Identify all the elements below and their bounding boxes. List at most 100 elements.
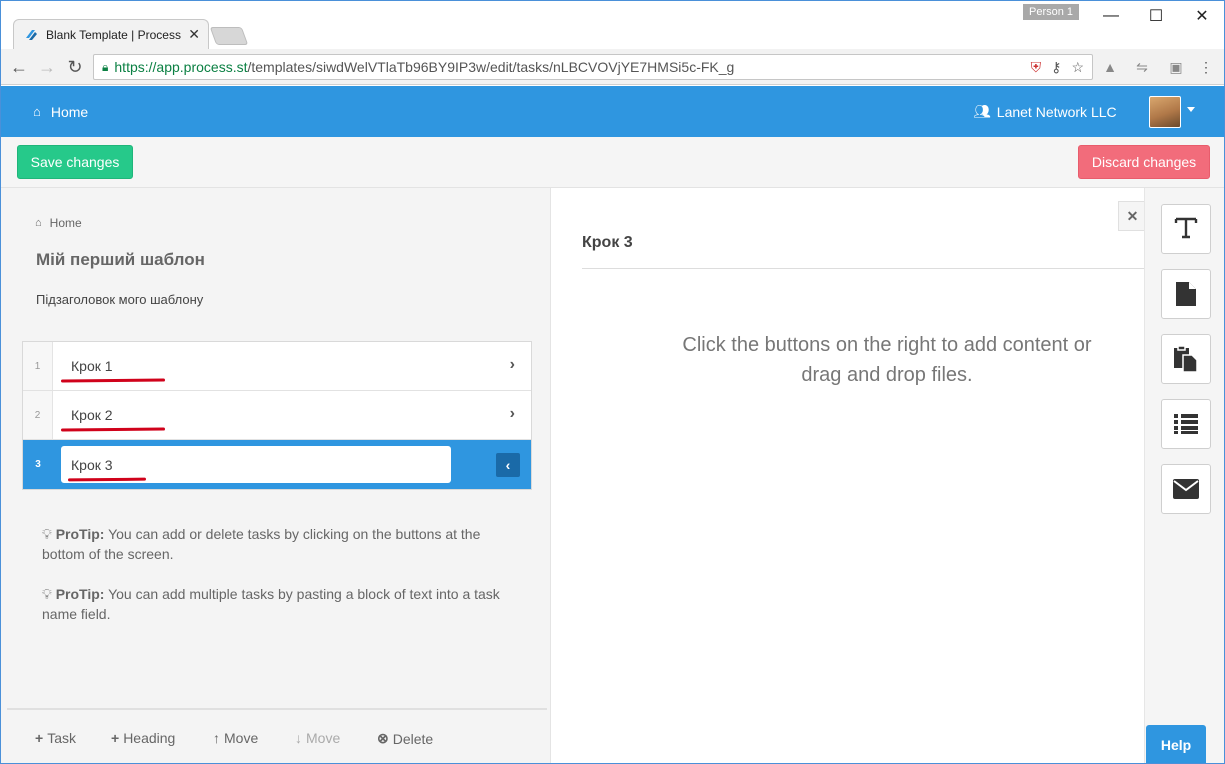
move-down-button[interactable]: ↓ Move [295,730,340,746]
discard-changes-button[interactable]: Discard changes [1078,145,1210,179]
task-name[interactable]: Крок 3 [71,457,113,473]
envelope-icon [1173,479,1199,499]
url-host: app.process.st [156,59,248,75]
add-email-button[interactable] [1161,464,1211,514]
close-tab-icon[interactable]: ✕ [188,26,200,43]
add-file-button[interactable] [1161,269,1211,319]
widget-toolbar [1144,188,1224,763]
list-icon [1174,414,1198,434]
annotation-underline [60,378,166,383]
lock-icon: 🔒︎ [102,59,109,74]
drive-icon[interactable]: ▲ [1101,59,1119,77]
task-number: 2 [23,391,53,439]
chevron-left-icon[interactable]: ‹ [496,453,520,477]
plus-icon: + [111,730,120,746]
arrow-up-icon: ↑ [213,730,220,746]
caret-down-icon[interactable] [1187,107,1195,112]
protip-text: You can add or delete tasks by clicking … [42,526,481,562]
menu-icon[interactable]: ⋮ [1197,59,1215,77]
lightbulb-icon: 💡︎ [42,586,52,602]
task-content-pane: Крок 3 Click the buttons on the right to… [552,188,1224,763]
times-circle-icon: ⊗ [377,730,389,746]
move-down-label: Move [306,730,341,746]
delete-label: Delete [392,730,434,747]
avatar[interactable] [1149,96,1181,128]
add-task-label: Task [47,730,76,746]
task-number: 1 [23,342,53,390]
add-task-button[interactable]: + Task [35,730,76,746]
step-title: Крок 3 [582,234,633,251]
star-icon[interactable]: ☆ [1071,59,1084,76]
organization-name: Lanet Network LLC [996,103,1117,120]
browser-navbar: ← → ↻ 🔒︎ https://app.process.st/template… [1,49,1224,85]
task-name[interactable]: Крок 2 [71,407,113,423]
add-heading-button[interactable]: + Heading [111,730,175,746]
divider [582,268,1144,269]
add-copy-button[interactable] [1161,334,1211,384]
forward-icon[interactable]: → [35,55,59,79]
title-bar: Blank Template | Process ✕ Person 1 — ☐ … [1,1,1224,49]
close-window-icon[interactable]: ✕ [1179,1,1224,31]
chevron-right-icon[interactable]: › [510,405,515,423]
file-icon [1176,282,1196,306]
tab-title: Blank Template | Process [46,27,181,42]
new-tab-button[interactable] [209,27,249,45]
move-up-label: Move [224,730,259,746]
browser-window: Blank Template | Process ✕ Person 1 — ☐ … [0,0,1225,764]
template-title[interactable]: Мій перший шаблон [36,250,205,270]
home-label: Home [50,103,89,120]
task-row[interactable]: 2 Крок 2 › [23,391,531,440]
process-street-icon [26,29,37,40]
plus-icon: + [35,730,44,746]
empty-state-message: Click the buttons on the right to add co… [682,334,1092,386]
move-up-button[interactable]: ↑ Move [213,730,258,746]
minimize-icon[interactable]: — [1088,1,1134,31]
users-icon: 👥︎ [973,103,991,119]
delete-button[interactable]: ⊗ Delete [377,730,433,747]
add-list-button[interactable] [1161,399,1211,449]
add-heading-label: Heading [123,730,176,746]
task-name[interactable]: Крок 1 [71,358,113,374]
key-icon[interactable]: ⚷ [1051,59,1061,76]
shield-icon[interactable]: ⛨ [1031,59,1042,76]
protip-label: ProTip: [55,526,105,542]
arrow-down-icon: ↓ [295,730,302,746]
reload-icon[interactable]: ↻ [63,55,87,79]
profile-badge[interactable]: Person 1 [1023,4,1080,20]
task-number: 3 [23,440,53,489]
browser-tab[interactable]: Blank Template | Process ✕ [13,19,209,49]
maximize-icon[interactable]: ☐ [1133,1,1179,31]
task-row[interactable]: 1 Крок 1 › [23,342,531,391]
breadcrumb[interactable]: ⌂ Home [35,216,82,230]
save-changes-button[interactable]: Save changes [17,145,133,179]
protip-label: ProTip: [55,586,105,602]
home-icon: ⌂ [35,217,42,229]
task-actions-bar: + Task + Heading ↑ Move ↓ Move ⊗ Delete [7,708,547,763]
url-path: /templates/siwdWelVTlaTb96BY9IP3w/edit/t… [247,59,735,75]
organization-link[interactable]: 👥︎ Lanet Network LLC [973,86,1117,137]
help-button[interactable]: Help [1146,725,1206,763]
protip-text: You can add multiple tasks by pasting a … [42,586,500,622]
sync-icon[interactable]: ⇋ [1133,59,1151,77]
back-icon[interactable]: ← [7,55,31,79]
task-list: 1 Крок 1 › 2 Крок 2 › 3 Крок 3 ‹ [22,341,532,490]
annotation-underline [60,427,166,432]
close-widgets-icon[interactable]: ✕ [1118,201,1146,231]
copy-file-icon [1174,345,1198,373]
task-row-active[interactable]: 3 Крок 3 ‹ [23,440,531,489]
protip: 💡︎ ProTip: You can add or delete tasks b… [42,524,522,564]
address-bar[interactable]: 🔒︎ https://app.process.st/templates/siwd… [93,54,1093,80]
edit-toolbar: Save changes Discard changes [1,137,1224,188]
app-header: ⌂ Home 👥︎ Lanet Network LLC [1,86,1224,137]
task-list-pane: ⌂ Home Мій перший шаблон Підзаголовок мо… [1,188,551,763]
address-bar-icons: ⛨ ⚷ ☆ [1031,59,1084,76]
chevron-right-icon[interactable]: › [510,356,515,374]
url-scheme: https:// [114,59,157,75]
add-text-button[interactable] [1161,204,1211,254]
lightbulb-icon: 💡︎ [42,526,52,542]
protip: 💡︎ ProTip: You can add multiple tasks by… [42,584,522,624]
home-link[interactable]: ⌂ Home [33,86,88,137]
breadcrumb-home: Home [49,216,82,230]
template-subtitle[interactable]: Підзаголовок мого шаблону [36,292,203,307]
extension-icon[interactable]: ▣ [1167,59,1185,77]
